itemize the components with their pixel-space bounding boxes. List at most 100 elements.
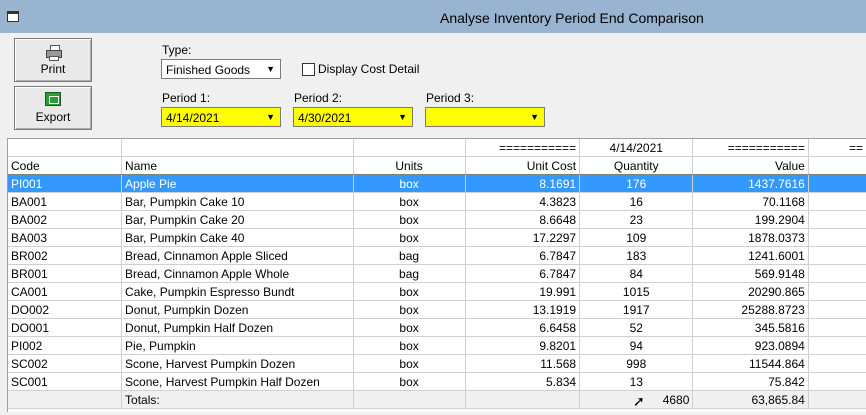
cell-unit-cost[interactable]: 6.7847 bbox=[465, 264, 581, 283]
cell-name[interactable]: Bread, Cinnamon Apple Sliced bbox=[121, 246, 354, 265]
table-row[interactable]: DO001 Donut, Pumpkin Half Dozen box 6.6458 5… bbox=[8, 318, 866, 337]
cell-extra[interactable] bbox=[808, 264, 866, 283]
cell-value[interactable]: 923.0894 bbox=[692, 336, 809, 355]
cell-units[interactable]: box bbox=[353, 210, 466, 229]
cell-code[interactable]: BR001 bbox=[8, 264, 123, 283]
column-header-next[interactable] bbox=[808, 156, 866, 175]
cell-code[interactable]: BA003 bbox=[8, 228, 123, 247]
cell-name[interactable]: Bar, Pumpkin Cake 20 bbox=[121, 210, 354, 229]
cell-value[interactable]: 25288.8723 bbox=[692, 300, 809, 319]
cell-quantity[interactable]: 94 bbox=[579, 336, 694, 355]
cell-value[interactable]: 1878.0373 bbox=[692, 228, 809, 247]
cell-extra[interactable] bbox=[808, 228, 866, 247]
cell-code[interactable]: SC001 bbox=[8, 372, 123, 391]
cell-quantity[interactable]: 52 bbox=[579, 318, 694, 337]
cell-extra[interactable] bbox=[808, 372, 866, 391]
cell-name[interactable]: Pie, Pumpkin bbox=[121, 336, 354, 355]
cell-unit-cost[interactable]: 19.991 bbox=[465, 282, 581, 301]
cell-name[interactable]: Scone, Harvest Pumpkin Dozen bbox=[121, 354, 354, 373]
cell-unit-cost[interactable]: 11.568 bbox=[465, 354, 581, 373]
cell-quantity[interactable]: 176 bbox=[579, 174, 694, 193]
cell-quantity[interactable]: 109 bbox=[579, 228, 694, 247]
cell-quantity[interactable]: 183 bbox=[579, 246, 694, 265]
cell-unit-cost[interactable]: 6.7847 bbox=[465, 246, 581, 265]
cell-value[interactable]: 75.842 bbox=[692, 372, 809, 391]
cell-quantity[interactable]: 13 bbox=[579, 372, 694, 391]
table-row[interactable]: BA002 Bar, Pumpkin Cake 20 box 8.6648 23 199.… bbox=[8, 210, 866, 229]
cell-unit-cost[interactable]: 17.2297 bbox=[465, 228, 581, 247]
cell-extra[interactable] bbox=[808, 192, 866, 211]
column-header-quantity[interactable]: Quantity bbox=[579, 156, 694, 175]
cell-code[interactable]: CA001 bbox=[8, 282, 123, 301]
cell-value[interactable]: 1437.7616 bbox=[692, 174, 809, 193]
table-row[interactable]: BA003 Bar, Pumpkin Cake 40 box 17.2297 109 18… bbox=[8, 228, 866, 247]
cell-units[interactable]: box bbox=[353, 282, 466, 301]
cell-units[interactable]: box bbox=[353, 174, 466, 193]
table-row[interactable]: SC002 Scone, Harvest Pumpkin Dozen box 11.5… bbox=[8, 354, 866, 373]
cell-quantity[interactable]: 23 bbox=[579, 210, 694, 229]
cell-value[interactable]: 11544.864 bbox=[692, 354, 809, 373]
column-header-unit-cost[interactable]: Unit Cost bbox=[465, 156, 581, 175]
cell-quantity[interactable]: 16 bbox=[579, 192, 694, 211]
cell-code[interactable]: PI001 bbox=[8, 174, 123, 193]
display-cost-detail-checkbox[interactable] bbox=[302, 63, 315, 76]
cell-quantity[interactable]: 84 bbox=[579, 264, 694, 283]
cell-value[interactable]: 345.5816 bbox=[692, 318, 809, 337]
cell-code[interactable]: BA002 bbox=[8, 210, 123, 229]
cell-quantity[interactable]: 1015 bbox=[579, 282, 694, 301]
cell-code[interactable]: BA001 bbox=[8, 192, 123, 211]
cell-units[interactable]: box bbox=[353, 372, 466, 391]
cell-code[interactable]: DO001 bbox=[8, 318, 123, 337]
cell-name[interactable]: Bread, Cinnamon Apple Whole bbox=[121, 264, 354, 283]
cell-quantity[interactable]: 1917 bbox=[579, 300, 694, 319]
cell-name[interactable]: Bar, Pumpkin Cake 10 bbox=[121, 192, 354, 211]
cell-unit-cost[interactable]: 5.834 bbox=[465, 372, 581, 391]
column-header-name[interactable]: Name bbox=[121, 156, 354, 175]
cell-units[interactable]: box bbox=[353, 318, 466, 337]
cell-name[interactable]: Cake, Pumpkin Espresso Bundt bbox=[121, 282, 354, 301]
print-button[interactable]: Print bbox=[14, 38, 92, 82]
cell-value[interactable]: 199.2904 bbox=[692, 210, 809, 229]
cell-name[interactable]: Donut, Pumpkin Half Dozen bbox=[121, 318, 354, 337]
cell-units[interactable]: box bbox=[353, 336, 466, 355]
cell-name[interactable]: Donut, Pumpkin Dozen bbox=[121, 300, 354, 319]
cell-units[interactable]: bag bbox=[353, 246, 466, 265]
cell-value[interactable]: 569.9148 bbox=[692, 264, 809, 283]
cell-units[interactable]: box bbox=[353, 354, 466, 373]
column-header-code[interactable]: Code bbox=[8, 156, 123, 175]
cell-unit-cost[interactable]: 8.6648 bbox=[465, 210, 581, 229]
column-header-units[interactable]: Units bbox=[353, 156, 466, 175]
period2-select[interactable]: 4/30/2021 ▼ bbox=[293, 107, 413, 127]
window-icon[interactable] bbox=[7, 11, 19, 22]
cell-name[interactable]: Scone, Harvest Pumpkin Half Dozen bbox=[121, 372, 354, 391]
cell-value[interactable]: 1241.6001 bbox=[692, 246, 809, 265]
cell-code[interactable]: PI002 bbox=[8, 336, 123, 355]
cell-units[interactable]: bag bbox=[353, 264, 466, 283]
cell-value[interactable]: 70.1168 bbox=[692, 192, 809, 211]
cell-name[interactable]: Apple Pie bbox=[121, 174, 354, 193]
cell-code[interactable]: BR002 bbox=[8, 246, 123, 265]
cell-units[interactable]: box bbox=[353, 300, 466, 319]
cell-unit-cost[interactable]: 8.1691 bbox=[465, 174, 581, 193]
type-select[interactable]: Finished Goods ▼ bbox=[161, 59, 281, 79]
table-row[interactable]: PI002 Pie, Pumpkin box 9.8201 94 923.0894 bbox=[8, 336, 866, 355]
table-row[interactable]: BR001 Bread, Cinnamon Apple Whole bag 6.784… bbox=[8, 264, 866, 283]
cell-extra[interactable] bbox=[808, 174, 866, 193]
period1-select[interactable]: 4/14/2021 ▼ bbox=[161, 107, 281, 127]
cell-extra[interactable] bbox=[808, 354, 866, 373]
period3-select[interactable]: ▼ bbox=[425, 107, 545, 127]
cell-unit-cost[interactable]: 6.6458 bbox=[465, 318, 581, 337]
inventory-grid[interactable]: =========== 4/14/2021 =========== == Cod… bbox=[7, 138, 866, 412]
export-button[interactable]: Export bbox=[14, 86, 92, 130]
cell-extra[interactable] bbox=[808, 318, 866, 337]
cell-unit-cost[interactable]: 9.8201 bbox=[465, 336, 581, 355]
cell-quantity[interactable]: 998 bbox=[579, 354, 694, 373]
table-row[interactable]: BA001 Bar, Pumpkin Cake 10 box 4.3823 16 70.1… bbox=[8, 192, 866, 211]
table-row[interactable]: SC001 Scone, Harvest Pumpkin Half Dozen bo… bbox=[8, 372, 866, 391]
cell-extra[interactable] bbox=[808, 246, 866, 265]
table-row[interactable]: BR002 Bread, Cinnamon Apple Sliced bag 6.78… bbox=[8, 246, 866, 265]
cell-extra[interactable] bbox=[808, 210, 866, 229]
table-row[interactable]: CA001 Cake, Pumpkin Espresso Bundt box 19.9… bbox=[8, 282, 866, 301]
cell-code[interactable]: SC002 bbox=[8, 354, 123, 373]
column-header-value[interactable]: Value bbox=[692, 156, 809, 175]
